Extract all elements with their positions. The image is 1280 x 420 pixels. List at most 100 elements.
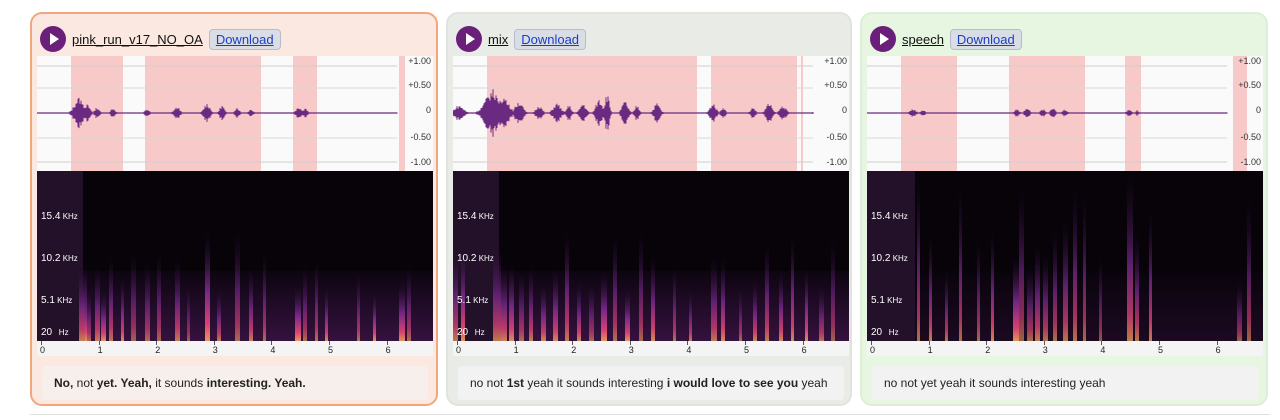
time-tick-label: 3 [628,345,634,355]
amplitude-axis-label: -0.50 [1240,132,1261,142]
amplitude-axis-label: -0.50 [410,132,431,142]
time-tick-label: 6 [801,345,807,355]
time-tick-label: 0 [40,345,46,355]
spectrogram-energy-band [501,262,507,341]
spectrogram-energy-band [977,238,980,341]
transcript-box: no not yet yeah it sounds interesting ye… [872,366,1258,400]
frequency-unit: KHz [890,254,908,263]
time-tick-label: 3 [1042,345,1048,355]
frequency-unit: KHz [890,212,908,221]
audio-visualization[interactable]: +1.00 +0.50 0 -0.50 -1.00 15.4 KHz 10.2 KHz 5.… [867,56,1263,356]
frequency-unit: KHz [476,212,494,221]
spectrogram-energy-band [1053,227,1057,341]
spectrogram-graph [915,171,1263,341]
frequency-axis-label: 10.2 KHz [457,253,494,264]
time-tick-label: 1 [927,345,933,355]
time-tick-label: 2 [155,345,161,355]
frequency-axis-label: 5.1 KHz [457,295,488,306]
frequency-unit: KHz [470,296,489,305]
transcript-text: it sounds [151,376,207,390]
track-name-link[interactable]: speech [902,32,944,47]
frequency-value: 20 [871,327,883,338]
time-tick-label: 6 [385,345,391,355]
time-tick-label: 5 [1158,345,1164,355]
time-tick-label: 1 [513,345,519,355]
spectrogram-energy-band [399,279,405,341]
frequency-value: 10.2 [41,253,61,264]
frequency-axis-label: 20 Hz [871,327,899,338]
download-button[interactable]: Download [514,28,587,50]
time-tick-label: 0 [870,345,876,355]
spectrogram-energy-band [565,228,569,341]
spectrogram-energy-band [205,230,210,341]
frequency-unit: KHz [884,296,903,305]
spectrogram-energy-band [1073,186,1077,341]
time-tick-label: 1 [97,345,103,355]
time-tick-label: 2 [985,345,991,355]
play-icon[interactable] [870,26,896,52]
spectrogram-energy-band [295,284,301,341]
time-axis: 0 1 2 3 4 5 6 [453,341,849,356]
transcript-text: yeah it sounds interesting [524,376,667,390]
spectrogram-energy-band [1149,207,1152,341]
time-tick-label: 5 [744,345,750,355]
transcript-text: no not yet yeah it sounds interesting ye… [884,376,1106,390]
spectrogram-energy-band [779,269,783,341]
download-button[interactable]: Download [208,28,281,50]
waveform-signal [867,108,1228,118]
spectrogram-graph [453,228,849,341]
frequency-axis-label: 10.2 KHz [871,253,908,264]
spectrogram-energy-band [1083,191,1086,341]
spectrogram-energy-band [315,257,318,341]
audio-visualization[interactable]: +1.00 +0.50 0 -0.50 -1.00 15.4 KHz 10.2 KHz 5.… [37,56,433,356]
frequency-value: 5.1 [457,295,471,306]
transcript-text: yeah [798,376,828,390]
spectrogram-energy-band [1035,241,1040,341]
audio-card-pink-run: pink_run_v17_NO_OA Download +1.00 +0.50 0 -… [30,12,438,406]
amplitude-axis-label: +0.50 [408,80,431,90]
play-icon[interactable] [40,26,66,52]
spectrogram-energy-band [1247,195,1251,341]
spectrogram-energy-band [831,235,835,341]
download-button[interactable]: Download [949,28,1022,50]
frequency-axis-label: 5.1 KHz [871,295,902,306]
spectrogram-energy-band [711,255,717,341]
frequency-axis-label: 15.4 KHz [871,211,908,222]
frequency-axis-label: 20 Hz [41,327,69,338]
spectrogram-energy-band [519,269,524,341]
spectrogram-energy-band [639,229,643,341]
frequency-unit: KHz [60,254,78,263]
spectrogram-energy-band [553,267,558,341]
waveform-graph [37,65,398,163]
spectrogram-energy-band [235,229,240,341]
amplitude-axis-label: -1.00 [826,157,847,167]
spectrogram-energy-band [145,261,150,341]
spectrogram-energy-band [541,282,546,341]
spectrogram-energy-band [407,263,411,341]
play-icon[interactable] [456,26,482,52]
spectrogram-energy-band [1027,264,1033,341]
frequency-axis-label: 15.4 KHz [41,211,78,222]
transcript-box: no not 1st yeah it sounds interesting i … [458,366,844,400]
track-name-link[interactable]: mix [488,32,508,47]
amplitude-axis-label: +1.00 [1238,56,1261,66]
spectrogram-energy-band [689,288,692,341]
spectrogram-energy-band [175,256,180,341]
amplitude-axis-label: 0 [425,105,431,115]
time-tick-label: 4 [1100,345,1106,355]
frequency-unit: KHz [476,254,494,263]
frequency-value: 15.4 [871,211,891,222]
divider [30,414,1270,415]
spectrogram-energy-band [109,254,113,341]
frequency-unit: KHz [54,296,73,305]
audio-visualization[interactable]: +1.00 +0.50 0 -0.50 -1.00 15.4 KHz 10.2 KHz 5.… [453,56,849,356]
spectrogram-energy-band [959,184,962,341]
time-tick-label: 0 [456,345,462,355]
transcript-emphasis: i would love to see you [666,376,799,390]
spectrogram-energy-band [1127,171,1133,341]
transcript-emphasis: yet. Yeah, [96,376,152,390]
spectrogram-energy-band [325,285,328,341]
track-name-link[interactable]: pink_run_v17_NO_OA [72,32,203,47]
frequency-value: 20 [457,327,469,338]
spectrogram-energy-band [101,290,106,341]
